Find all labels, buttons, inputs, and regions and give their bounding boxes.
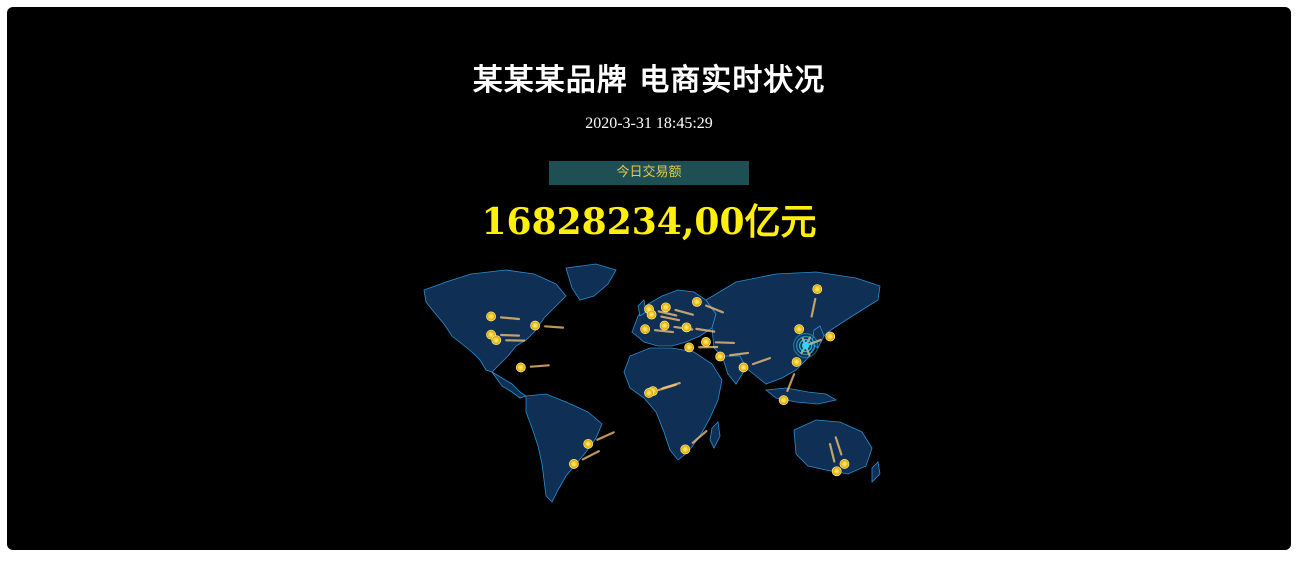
marker-chicago xyxy=(530,320,540,331)
marker-johannesburg xyxy=(680,444,691,455)
amount-value: 16828234,00 xyxy=(481,201,745,243)
marker-mumbai xyxy=(738,362,749,373)
flow-sao-paulo xyxy=(596,431,615,441)
marker-madrid xyxy=(640,324,651,335)
marker-paris xyxy=(646,309,657,320)
world-map xyxy=(416,260,882,504)
flow-baghdad xyxy=(714,341,736,345)
madagascar xyxy=(709,421,721,449)
europe xyxy=(631,289,717,347)
flow-mexico-city xyxy=(529,364,550,368)
marker-seattle xyxy=(486,311,496,322)
land-layer xyxy=(423,263,881,503)
marker-sydney xyxy=(839,459,850,469)
new-zealand xyxy=(871,461,881,483)
flow-chicago xyxy=(543,325,565,329)
marker-beijing xyxy=(794,324,805,335)
flow-sf xyxy=(499,333,521,337)
marker-buenos-aires xyxy=(569,459,579,469)
indonesia xyxy=(764,387,838,405)
marker-mexico-city xyxy=(515,362,526,373)
greenland xyxy=(565,263,617,301)
target-ring-0 xyxy=(801,341,810,350)
africa xyxy=(623,347,723,461)
amount-unit: 亿元 xyxy=(744,201,817,243)
marker-accra xyxy=(644,388,654,398)
world-map-svg xyxy=(423,263,881,503)
marker-dubai xyxy=(715,351,726,362)
north-america xyxy=(423,269,567,373)
today-transaction-label: 今日交易额 xyxy=(549,161,749,185)
marker-berlin xyxy=(660,302,671,313)
marker-baghdad xyxy=(701,337,711,347)
marker-rome xyxy=(659,320,670,331)
target-layer xyxy=(792,332,819,359)
marker-singapore xyxy=(778,395,789,406)
marker-tokyo xyxy=(825,331,836,342)
transaction-amount: 16828234,00亿元 xyxy=(7,193,1291,245)
marker-la xyxy=(491,335,502,346)
dashboard-panel: 某某某品牌 电商实时状况 2020-3-31 18:45:29 今日交易额 16… xyxy=(7,7,1291,550)
marker-moscow xyxy=(691,296,702,307)
marker-yakutsk xyxy=(812,284,823,295)
datetime-readout: 2020-3-31 18:45:29 xyxy=(585,115,713,132)
australia xyxy=(793,419,873,475)
marker-istanbul xyxy=(681,322,692,333)
central-america xyxy=(491,371,527,399)
page-title: 某某某品牌 电商实时状况 xyxy=(472,63,826,98)
flow-singapore xyxy=(786,373,796,393)
marker-sao-paulo xyxy=(583,439,594,449)
marker-hong-kong xyxy=(791,357,802,367)
marker-cairo xyxy=(684,342,695,353)
marker-melbourne xyxy=(831,466,842,477)
